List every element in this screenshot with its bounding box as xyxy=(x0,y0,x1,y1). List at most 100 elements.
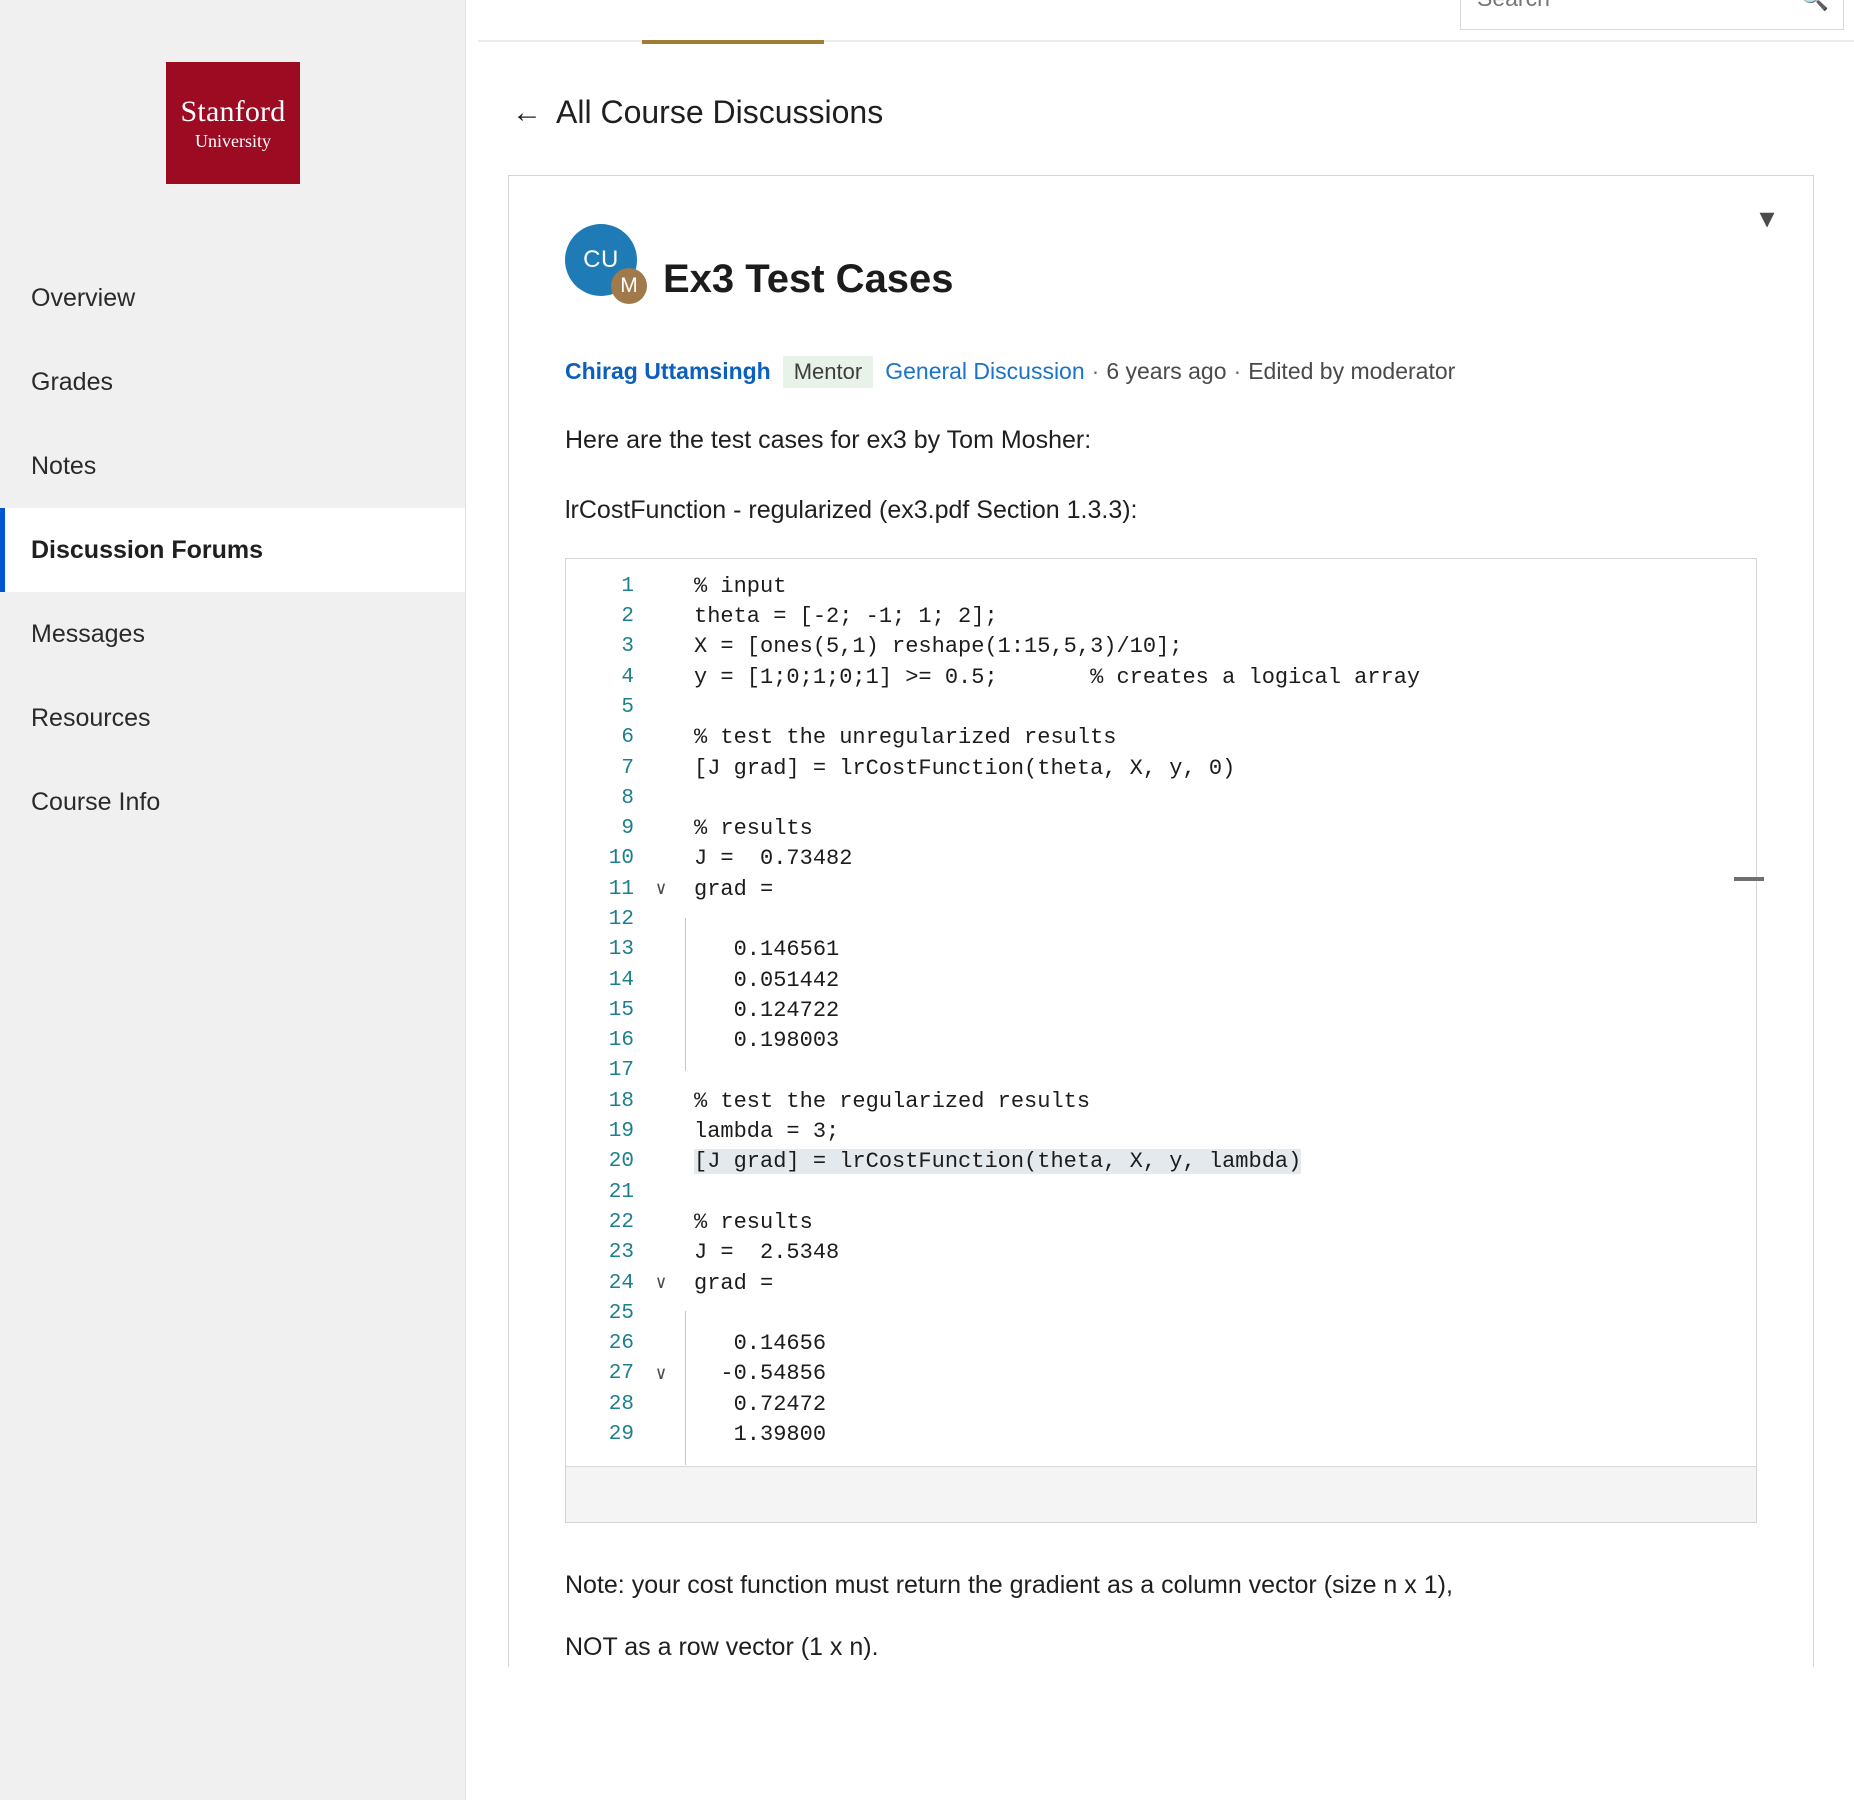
code-line: 3 X = [ones(5,1) reshape(1:15,5,3)/10]; xyxy=(566,632,1756,662)
code-line-number: 19 xyxy=(608,1120,634,1144)
code-line-number: 25 xyxy=(608,1301,634,1325)
fold-chevron-icon[interactable]: ∨ xyxy=(644,1363,678,1385)
code-line-text: theta = [-2; -1; 1; 2]; xyxy=(694,604,998,630)
fold-chevron-icon[interactable]: ∨ xyxy=(644,1272,678,1294)
code-line: 22 % results xyxy=(566,1207,1756,1237)
post-timestamp: 6 years ago xyxy=(1106,358,1227,385)
page-title: Ex3 Test Cases xyxy=(663,256,954,301)
code-line-number: 2 xyxy=(621,605,634,629)
search-input[interactable] xyxy=(1475,0,1794,13)
course-sidebar: Stanford University Overview Grades Note… xyxy=(0,0,466,1800)
code-line-text: % results xyxy=(694,1209,813,1235)
code-line-number: 27 xyxy=(608,1362,634,1386)
code-line-number: 29 xyxy=(608,1423,634,1447)
code-line-text: X = [ones(5,1) reshape(1:15,5,3)/10]; xyxy=(694,634,1183,660)
code-line-text: 0.124722 xyxy=(694,997,840,1023)
post-note-line-1: Note: your cost function must return the… xyxy=(565,1570,1453,1599)
code-line: 26 0.14656 xyxy=(566,1329,1756,1374)
code-line: 16 0.198003 xyxy=(566,1026,1756,1071)
code-line: 18 % test the regularized results xyxy=(566,1086,1756,1116)
code-line: 17 xyxy=(566,1056,1756,1086)
forum-category-link[interactable]: General Discussion xyxy=(885,358,1084,385)
tab-forums[interactable]: Forums xyxy=(508,0,620,42)
code-line-number: 9 xyxy=(621,817,634,841)
code-line-number: 12 xyxy=(608,908,634,931)
meta-separator-1: · xyxy=(1091,358,1100,385)
sidebar-item-label: Discussion Forums xyxy=(31,535,263,564)
code-line: 24 ∨ grad = xyxy=(566,1268,1756,1298)
code-line: 14 0.051442 xyxy=(566,965,1756,1011)
sidebar-item-overview[interactable]: Overview xyxy=(0,256,466,340)
sidebar-item-resources[interactable]: Resources xyxy=(0,676,466,760)
sidebar-item-label: Resources xyxy=(31,703,151,732)
search-icon[interactable]: 🔍 xyxy=(1799,0,1829,13)
code-line: 15 0.124722 xyxy=(566,995,1756,1041)
post-meta: Chirag Uttamsingh Mentor General Discuss… xyxy=(565,355,1757,388)
code-line: 28 0.72472 xyxy=(566,1389,1756,1435)
code-line: 4 y = [1;0;1;0;1] >= 0.5; % creates a log… xyxy=(566,662,1756,692)
post-author-link[interactable]: Chirag Uttamsingh xyxy=(565,358,771,385)
code-line-text: lambda = 3; xyxy=(694,1119,840,1145)
code-line: 8 xyxy=(566,783,1756,813)
post-card: ▾ CU M Ex3 Test Cases Chirag Uttamsingh … xyxy=(508,175,1814,1667)
sidebar-item-label: Messages xyxy=(31,619,145,648)
fold-chevron-icon[interactable]: ∨ xyxy=(644,878,678,900)
code-line-text: % results xyxy=(694,816,813,842)
code-line-text: [J grad] = lrCostFunction(theta, X, y, l… xyxy=(694,1149,1302,1175)
code-line-text: % test the unregularized results xyxy=(694,725,1117,751)
code-line: 7 [J grad] = lrCostFunction(theta, X, y, … xyxy=(566,753,1756,783)
post-section-heading: lrCostFunction - regularized (ex3.pdf Se… xyxy=(565,495,1138,524)
code-line-text: J = 2.5348 xyxy=(694,1240,840,1266)
code-block[interactable]: 1 % input 2 theta = [-2; -1; 1; 2]; 3 X = [on… xyxy=(565,558,1764,1523)
breadcrumb[interactable]: ← All Course Discussions xyxy=(512,94,1854,131)
forum-tabs: Forums All Threads xyxy=(508,0,888,42)
avatar[interactable]: CU M xyxy=(565,224,647,304)
forum-search[interactable]: 🔍 xyxy=(1460,0,1844,30)
code-line-number: 6 xyxy=(621,726,634,750)
chevron-down-icon[interactable]: ▾ xyxy=(1747,198,1787,238)
code-line-text: 0.14656 xyxy=(694,1331,827,1357)
sidebar-nav: Overview Grades Notes Discussion Forums … xyxy=(0,256,466,844)
code-line-text: grad = xyxy=(694,876,774,902)
code-line-text: -0.54856 xyxy=(694,1361,827,1387)
code-line-text: 0.72472 xyxy=(694,1391,827,1417)
code-line-text: 0.198003 xyxy=(694,1028,840,1054)
post-edited-note: Edited by moderator xyxy=(1248,358,1456,385)
code-line: 1 % input xyxy=(566,571,1756,601)
code-line: 23 J = 2.5348 xyxy=(566,1238,1756,1268)
code-line: 6 % test the unregularized results xyxy=(566,723,1756,753)
code-line: 19 lambda = 3; xyxy=(566,1116,1756,1146)
sidebar-item-label: Overview xyxy=(31,283,136,312)
sidebar-item-grades[interactable]: Grades xyxy=(0,340,466,424)
code-line-number: 15 xyxy=(608,998,634,1022)
code-line-number: 7 xyxy=(621,756,634,780)
code-line: 9 % results xyxy=(566,813,1756,843)
sidebar-item-label: Course Info xyxy=(31,787,161,816)
sidebar-item-discussion-forums[interactable]: Discussion Forums xyxy=(0,508,466,592)
mentor-badge-icon: M xyxy=(611,268,647,304)
tab-all-threads[interactable]: All Threads xyxy=(676,0,832,42)
code-line-number: 3 xyxy=(621,635,634,659)
code-line-number: 14 xyxy=(608,968,634,992)
code-horizontal-scrollbar[interactable] xyxy=(566,1465,1756,1522)
post-note-line-2: NOT as a row vector (1 x n). xyxy=(565,1633,879,1662)
code-line: 13 0.146561 xyxy=(566,935,1756,980)
logo-line-2: University xyxy=(195,130,271,151)
back-arrow-icon: ← xyxy=(512,95,542,129)
breadcrumb-label: All Course Discussions xyxy=(556,94,884,130)
code-line-text: y = [1;0;1;0;1] >= 0.5; % creates a logi… xyxy=(694,664,1421,690)
sidebar-item-course-info[interactable]: Course Info xyxy=(0,760,466,844)
code-line-text: % test the regularized results xyxy=(694,1088,1091,1114)
code-scrollbar-thumb[interactable] xyxy=(1734,877,1764,882)
code-line: 10 J = 0.73482 xyxy=(566,844,1756,874)
code-line-number: 17 xyxy=(608,1059,634,1083)
code-line: 27 ∨ -0.54856 xyxy=(566,1359,1756,1404)
code-line-number: 20 xyxy=(608,1150,634,1174)
code-line-number: 28 xyxy=(608,1392,634,1416)
sidebar-item-notes[interactable]: Notes xyxy=(0,424,466,508)
sidebar-item-messages[interactable]: Messages xyxy=(0,592,466,676)
active-tab-indicator xyxy=(642,40,824,44)
code-line: 20 [J grad] = lrCostFunction(theta, X, y,… xyxy=(566,1147,1756,1177)
post-intro-text: Here are the test cases for ex3 by Tom M… xyxy=(565,425,1092,454)
code-line-number: 4 xyxy=(621,665,634,689)
